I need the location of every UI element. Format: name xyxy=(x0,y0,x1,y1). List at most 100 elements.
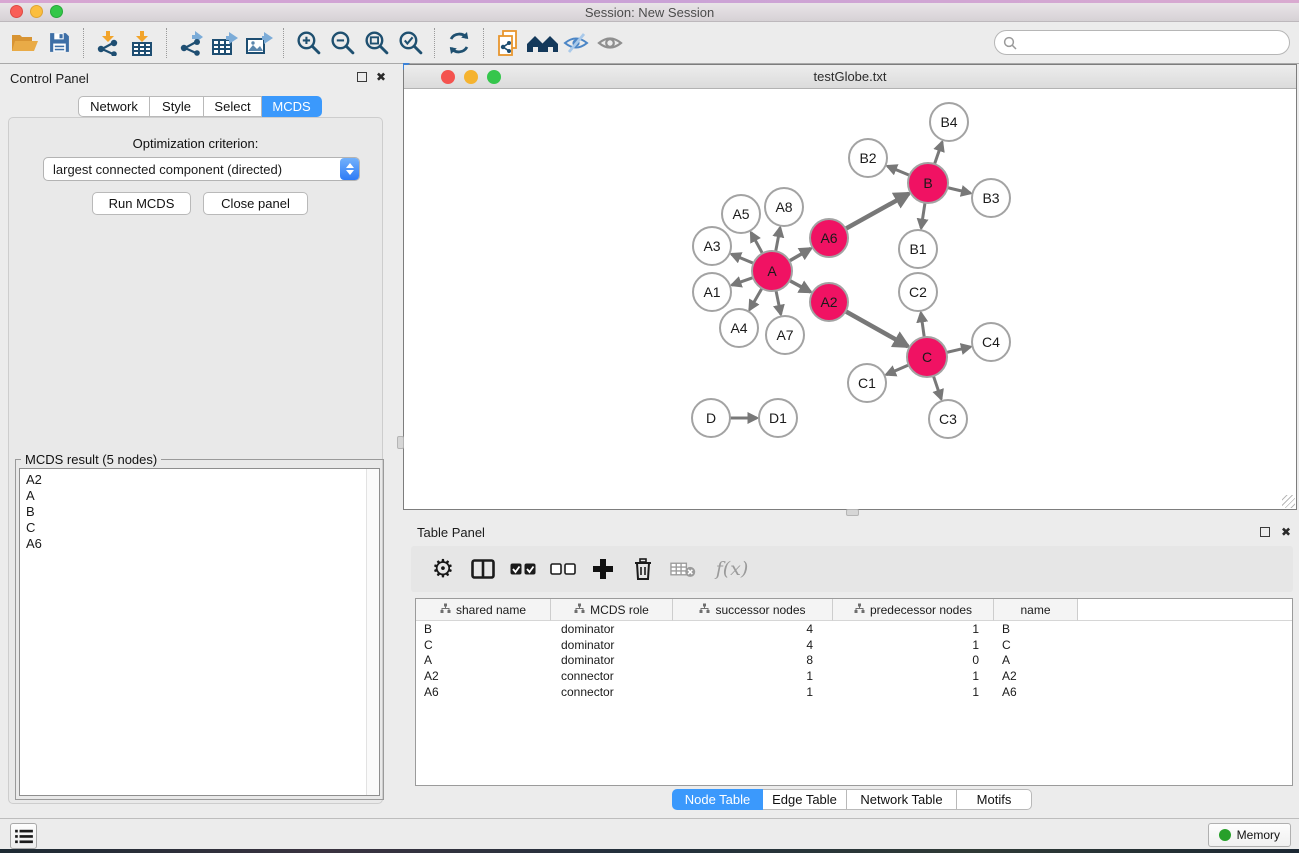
table-cell[interactable]: A2 xyxy=(994,669,1078,683)
close-table-panel-icon[interactable]: ✖ xyxy=(1281,527,1291,537)
tab-mcds[interactable]: MCDS xyxy=(262,96,322,117)
node-A6[interactable]: A6 xyxy=(810,219,848,257)
home-icon[interactable] xyxy=(525,26,559,60)
table-cell[interactable]: 1 xyxy=(833,685,994,699)
run-mcds-button[interactable]: Run MCDS xyxy=(92,192,191,215)
tab-network[interactable]: Network xyxy=(78,96,150,117)
table-cell[interactable]: 4 xyxy=(673,622,833,636)
open-session-icon[interactable] xyxy=(8,26,42,60)
delete-table-icon[interactable] xyxy=(670,554,696,584)
tab-motifs[interactable]: Motifs xyxy=(957,789,1032,810)
table-cell[interactable]: dominator xyxy=(551,638,673,652)
float-panel-icon[interactable] xyxy=(357,72,367,82)
column-header-successor-nodes[interactable]: successor nodes xyxy=(673,599,833,621)
network-window-titlebar[interactable]: testGlobe.txt xyxy=(404,65,1296,89)
node-A7[interactable]: A7 xyxy=(766,316,804,354)
minimize-window-button[interactable] xyxy=(30,5,43,18)
table-cell[interactable]: A2 xyxy=(416,669,551,683)
node-A[interactable]: A xyxy=(752,251,792,291)
node-A8[interactable]: A8 xyxy=(765,188,803,226)
vertical-splitter-handle[interactable] xyxy=(397,436,404,449)
criterion-dropdown[interactable]: largest connected component (directed) xyxy=(43,157,360,181)
table-row[interactable]: A6connector11A6 xyxy=(416,684,1292,700)
function-builder-icon[interactable]: f(x) xyxy=(710,554,754,584)
table-cell[interactable]: A xyxy=(994,653,1078,667)
network-canvas[interactable]: B4B2BB3A5A8A6B1A3AA1C2A2A4A7C4CC1DD1C3 xyxy=(404,90,1296,509)
node-B1[interactable]: B1 xyxy=(899,230,937,268)
result-list-scrollbar[interactable] xyxy=(366,469,379,795)
node-B2[interactable]: B2 xyxy=(849,139,887,177)
tab-network-table[interactable]: Network Table xyxy=(847,789,957,810)
export-network-icon[interactable] xyxy=(174,26,208,60)
refresh-icon[interactable] xyxy=(442,26,476,60)
column-header-predecessor-nodes[interactable]: predecessor nodes xyxy=(833,599,994,621)
node-C[interactable]: C xyxy=(907,337,947,377)
table-cell[interactable]: B xyxy=(994,622,1078,636)
node-B3[interactable]: B3 xyxy=(972,179,1010,217)
tab-edge-table[interactable]: Edge Table xyxy=(763,789,847,810)
import-table-icon[interactable] xyxy=(125,26,159,60)
maximize-network-window-button[interactable] xyxy=(487,70,501,84)
node-B4[interactable]: B4 xyxy=(930,103,968,141)
mcds-result-list[interactable]: A2ABCA6 xyxy=(19,468,380,796)
delete-column-icon[interactable] xyxy=(630,554,656,584)
zoom-selected-icon[interactable] xyxy=(393,26,427,60)
node-A2[interactable]: A2 xyxy=(810,283,848,321)
node-A4[interactable]: A4 xyxy=(720,309,758,347)
horizontal-splitter-handle[interactable] xyxy=(846,509,859,516)
table-cell[interactable]: A6 xyxy=(416,685,551,699)
result-list-item[interactable]: C xyxy=(26,520,379,536)
hide-visual-properties-icon[interactable] xyxy=(559,26,593,60)
save-session-icon[interactable] xyxy=(42,26,76,60)
show-visual-properties-icon[interactable] xyxy=(593,26,627,60)
table-cell[interactable]: dominator xyxy=(551,653,673,667)
select-all-columns-icon[interactable] xyxy=(510,554,536,584)
table-cell[interactable]: 4 xyxy=(673,638,833,652)
node-C2[interactable]: C2 xyxy=(899,273,937,311)
table-row[interactable]: Adominator80A xyxy=(416,653,1292,669)
table-cell[interactable]: C xyxy=(994,638,1078,652)
close-window-button[interactable] xyxy=(10,5,23,18)
result-list-item[interactable]: B xyxy=(26,504,379,520)
float-table-panel-icon[interactable] xyxy=(1260,527,1270,537)
table-cell[interactable]: A xyxy=(416,653,551,667)
import-network-icon[interactable] xyxy=(91,26,125,60)
task-history-button[interactable] xyxy=(10,823,37,849)
column-header-MCDS-role[interactable]: MCDS role xyxy=(551,599,673,621)
zoom-in-icon[interactable] xyxy=(291,26,325,60)
tab-style[interactable]: Style xyxy=(150,96,204,117)
export-table-icon[interactable] xyxy=(208,26,242,60)
result-list-item[interactable]: A xyxy=(26,488,379,504)
export-image-icon[interactable] xyxy=(242,26,276,60)
tab-select[interactable]: Select xyxy=(204,96,262,117)
deselect-all-columns-icon[interactable] xyxy=(550,554,576,584)
table-cell[interactable]: 1 xyxy=(673,669,833,683)
table-cell[interactable]: 1 xyxy=(833,669,994,683)
table-cell[interactable]: 1 xyxy=(673,685,833,699)
zoom-fit-icon[interactable] xyxy=(359,26,393,60)
table-cell[interactable]: connector xyxy=(551,685,673,699)
result-list-item[interactable]: A6 xyxy=(26,536,379,552)
node-A3[interactable]: A3 xyxy=(693,227,731,265)
table-row[interactable]: Cdominator41C xyxy=(416,637,1292,653)
close-panel-button[interactable]: Close panel xyxy=(203,192,308,215)
show-columns-icon[interactable] xyxy=(470,554,496,584)
create-column-icon[interactable] xyxy=(590,554,616,584)
node-C1[interactable]: C1 xyxy=(848,364,886,402)
node-C4[interactable]: C4 xyxy=(972,323,1010,361)
node-A1[interactable]: A1 xyxy=(693,273,731,311)
table-settings-gear-icon[interactable]: ⚙ xyxy=(430,554,456,584)
table-cell[interactable]: dominator xyxy=(551,622,673,636)
table-row[interactable]: A2connector11A2 xyxy=(416,668,1292,684)
search-input[interactable] xyxy=(1022,36,1289,50)
tab-node-table[interactable]: Node Table xyxy=(672,789,763,810)
table-cell[interactable]: B xyxy=(416,622,551,636)
node-C3[interactable]: C3 xyxy=(929,400,967,438)
table-cell[interactable]: 1 xyxy=(833,638,994,652)
table-cell[interactable]: 8 xyxy=(673,653,833,667)
search-field[interactable] xyxy=(994,30,1290,55)
resize-grip-icon[interactable] xyxy=(1282,495,1295,508)
minimize-network-window-button[interactable] xyxy=(464,70,478,84)
column-header-shared-name[interactable]: shared name xyxy=(416,599,551,621)
zoom-window-button[interactable] xyxy=(50,5,63,18)
